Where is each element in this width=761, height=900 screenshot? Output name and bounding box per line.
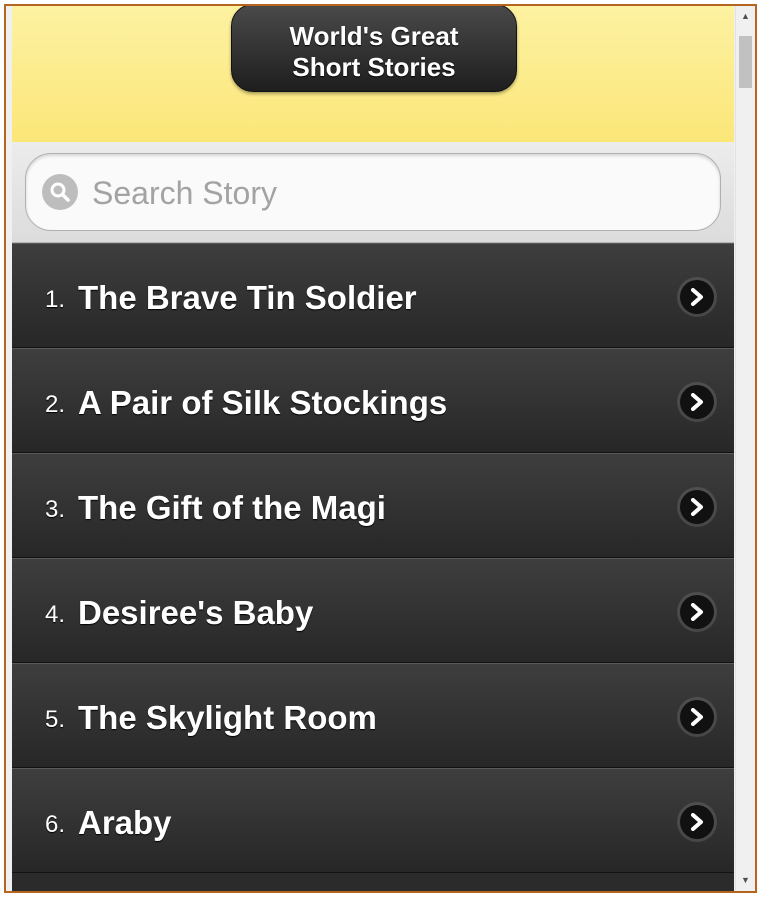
search-icon <box>42 174 78 210</box>
chevron-right-icon[interactable] <box>680 595 714 629</box>
app-title-text: World's Great Short Stories <box>289 21 459 82</box>
scroll-up-arrow-icon[interactable]: ▲ <box>736 8 755 25</box>
story-list-item[interactable]: 6. Araby <box>12 768 734 873</box>
story-number: 2. <box>45 391 66 418</box>
story-number: 1. <box>45 286 66 313</box>
header-bar: World's Great Short Stories <box>12 6 734 142</box>
story-list-item[interactable]: 4. Desiree's Baby <box>12 558 734 663</box>
search-input[interactable] <box>90 168 694 218</box>
story-list-item[interactable]: 2. A Pair of Silk Stockings <box>12 348 734 453</box>
chevron-right-icon[interactable] <box>680 805 714 839</box>
chevron-right-icon[interactable] <box>680 280 714 314</box>
story-list-item[interactable]: 5. The Skylight Room <box>12 663 734 768</box>
story-number: 5. <box>45 706 66 733</box>
story-list-item[interactable]: 3. The Gift of the Magi <box>12 453 734 558</box>
search-box[interactable] <box>25 153 721 231</box>
story-number: 6. <box>45 811 66 838</box>
story-title: Desiree's Baby <box>78 594 314 631</box>
app-viewport: World's Great Short Stories 1. The Brave … <box>12 6 734 891</box>
story-title: The Gift of the Magi <box>78 489 386 526</box>
story-number: 4. <box>45 601 66 628</box>
search-bar <box>12 142 734 243</box>
app-window: World's Great Short Stories 1. The Brave … <box>4 4 757 893</box>
scroll-down-arrow-icon[interactable]: ▼ <box>736 872 755 889</box>
story-list: 1. The Brave Tin Soldier 2. A Pair of Silk … <box>12 243 734 873</box>
chevron-right-icon[interactable] <box>680 700 714 734</box>
story-number: 3. <box>45 496 66 523</box>
story-list-item[interactable]: 1. The Brave Tin Soldier <box>12 243 734 348</box>
app-title: World's Great Short Stories <box>231 6 517 92</box>
story-title: The Brave Tin Soldier <box>78 279 417 316</box>
scrollbar[interactable]: ▲ ▼ <box>735 6 755 891</box>
story-title: A Pair of Silk Stockings <box>78 384 448 421</box>
chevron-right-icon[interactable] <box>680 385 714 419</box>
story-title: The Skylight Room <box>78 699 377 736</box>
scroll-thumb[interactable] <box>739 36 752 88</box>
chevron-right-icon[interactable] <box>680 490 714 524</box>
story-title: Araby <box>78 804 172 841</box>
